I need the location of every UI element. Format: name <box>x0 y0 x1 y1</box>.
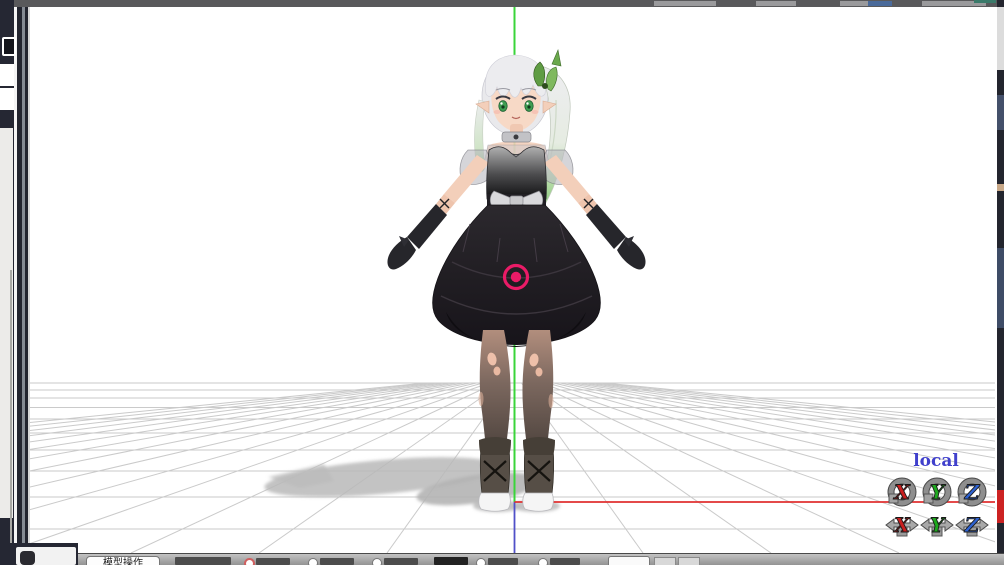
bar-radio-3[interactable] <box>372 558 382 565</box>
left-toolbar-button-1[interactable] <box>0 64 14 86</box>
viewport-3d[interactable]: local X Y Z X <box>30 7 995 553</box>
strip-segment <box>997 7 1004 70</box>
bar-label <box>175 557 231 565</box>
titlebar-fragment <box>840 1 868 6</box>
background-window-strip <box>997 0 1004 565</box>
bar-button-2[interactable] <box>654 557 676 565</box>
titlebar-fragment <box>654 1 716 6</box>
bottom-left-icon[interactable] <box>20 551 35 565</box>
floor-grid <box>30 383 995 553</box>
move-y-letter: Y <box>930 513 946 537</box>
titlebar-fragment-blue <box>868 1 892 6</box>
bar-radio-3-label <box>384 558 418 565</box>
bar-button-3[interactable] <box>678 557 700 565</box>
bar-radio-2[interactable] <box>308 558 318 565</box>
strip-segment <box>997 248 1004 328</box>
model-panel-button[interactable]: 模型操作 <box>86 556 160 565</box>
rotate-x-letter: X <box>892 480 911 504</box>
move-z-letter: Z <box>964 513 981 537</box>
move-y-local-button[interactable]: Y <box>921 513 953 537</box>
left-toolbar-button-2[interactable] <box>0 88 14 110</box>
axis-mode-label: local <box>913 451 959 471</box>
vertical-slider[interactable] <box>10 270 12 565</box>
titlebar-fragment-teal <box>974 0 996 3</box>
rotate-y-letter: Y <box>930 480 946 504</box>
bone-operation-bar: 模型操作 <box>78 553 1004 565</box>
strip-red-segment <box>997 490 1004 523</box>
character-model[interactable] <box>387 50 645 511</box>
bar-radio-2-label <box>320 558 354 565</box>
rotate-z-local-button[interactable]: Z <box>958 478 986 506</box>
left-toolbar-button-0[interactable] <box>2 37 16 56</box>
bar-radio-5[interactable] <box>538 558 548 565</box>
rotate-x-local-button[interactable]: X <box>888 478 916 506</box>
bar-radio-1-label <box>256 558 290 565</box>
titlebar-fragment <box>756 1 796 6</box>
bar-radio-4-label <box>488 558 518 565</box>
move-x-local-button[interactable]: X <box>886 513 918 537</box>
move-x-letter: X <box>892 513 911 537</box>
rotate-y-local-button[interactable]: Y <box>923 478 951 506</box>
bar-radio-1[interactable] <box>244 558 255 565</box>
bar-button-1[interactable] <box>608 556 650 565</box>
bar-bold-label <box>434 557 468 565</box>
strip-segment <box>997 184 1004 191</box>
rotate-z-letter: Z <box>964 480 981 504</box>
move-z-local-button[interactable]: Z <box>956 513 988 537</box>
bar-radio-5-label <box>550 558 580 565</box>
bar-radio-4[interactable] <box>476 558 486 565</box>
mmd-window: local X Y Z X <box>0 0 1004 565</box>
title-bar <box>14 0 1004 7</box>
left-side-panel <box>0 128 13 518</box>
strip-segment <box>997 95 1004 130</box>
